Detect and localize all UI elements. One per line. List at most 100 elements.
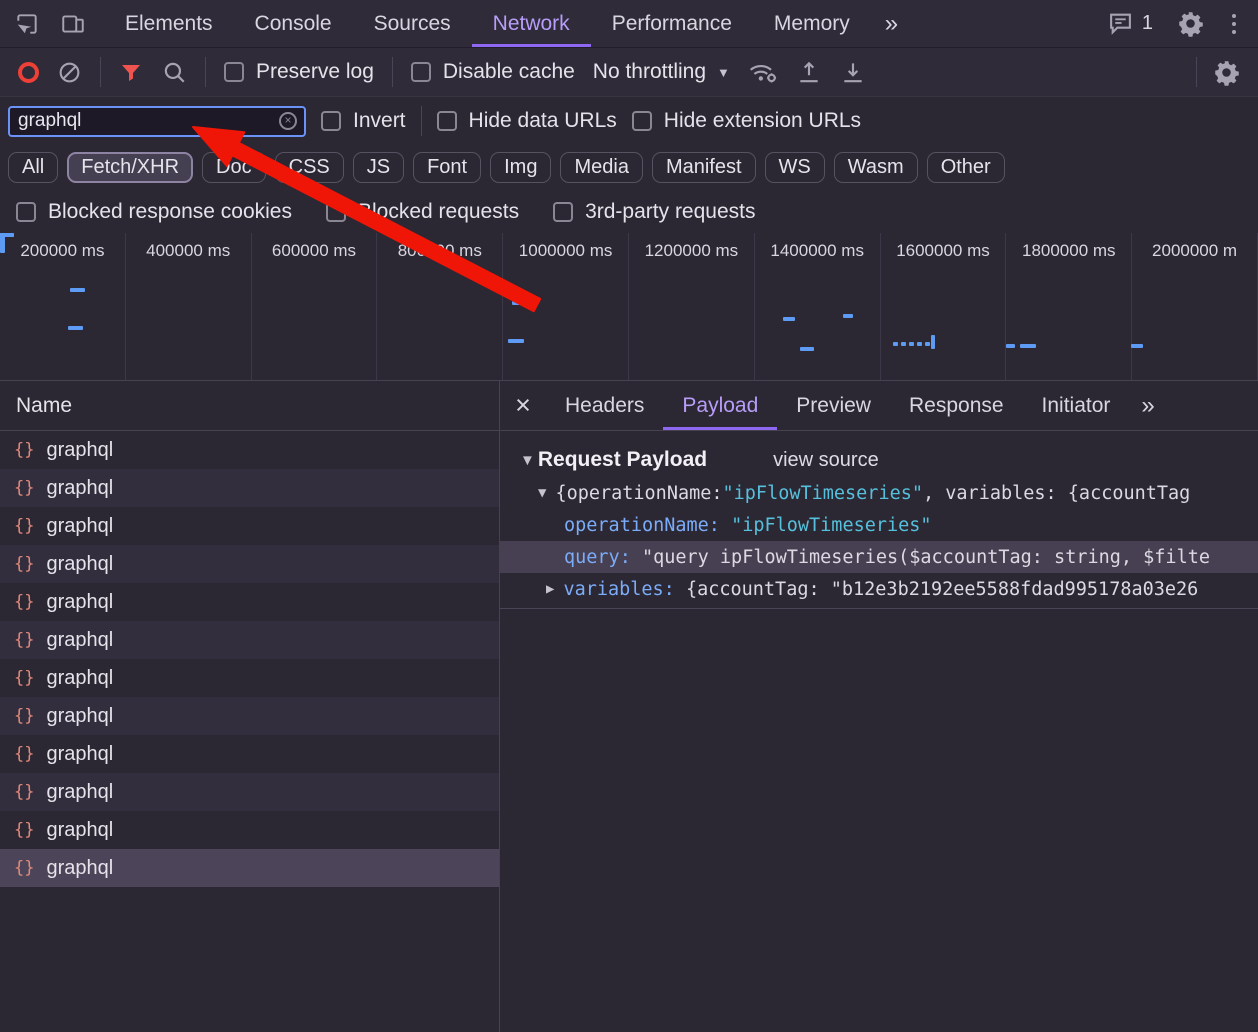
type-filter-doc[interactable]: Doc bbox=[202, 152, 266, 183]
hide-data-urls-checkbox[interactable] bbox=[437, 111, 457, 131]
timeline-tick: 1600000 ms bbox=[881, 233, 1007, 380]
type-filter-wasm[interactable]: Wasm bbox=[834, 152, 918, 183]
blocked-cookies-option: Blocked response cookies bbox=[16, 200, 292, 224]
filter-funnel-icon[interactable] bbox=[119, 60, 143, 84]
table-row-selected[interactable]: {} graphql bbox=[0, 849, 499, 887]
xhr-type-icon: {} bbox=[14, 554, 34, 574]
type-filter-img[interactable]: Img bbox=[490, 152, 551, 183]
export-har-icon[interactable] bbox=[840, 59, 866, 85]
table-row[interactable]: {} graphql bbox=[0, 735, 499, 773]
timeline-tick: 1200000 ms bbox=[629, 233, 755, 380]
table-row[interactable]: {} graphql bbox=[0, 545, 499, 583]
type-filter-fetch-xhr[interactable]: Fetch/XHR bbox=[67, 152, 193, 183]
issues-counter[interactable]: 1 bbox=[1108, 12, 1153, 35]
preserve-log-checkbox[interactable] bbox=[224, 62, 244, 82]
waterfall-bar bbox=[893, 342, 898, 346]
clear-requests-icon[interactable] bbox=[57, 60, 82, 85]
toolbar-divider bbox=[100, 57, 101, 87]
xhr-type-icon: {} bbox=[14, 440, 34, 460]
timeline-tick: 2000000 m bbox=[1132, 233, 1258, 380]
request-details-pane: × Headers Payload Preview Response Initi… bbox=[500, 381, 1258, 1032]
tab-initiator[interactable]: Initiator bbox=[1023, 381, 1130, 430]
console-messages-icon bbox=[1108, 12, 1133, 35]
blocked-requests-label: Blocked requests bbox=[358, 200, 519, 224]
tab-payload[interactable]: Payload bbox=[663, 381, 777, 430]
payload-query-node-selected[interactable]: query: "query ipFlowTimeseries($accountT… bbox=[500, 541, 1258, 573]
disable-cache-label: Disable cache bbox=[443, 60, 575, 84]
type-filter-js[interactable]: JS bbox=[353, 152, 404, 183]
preserve-log-option: Preserve log bbox=[224, 60, 374, 84]
table-row[interactable]: {} graphql bbox=[0, 811, 499, 849]
hide-extension-urls-checkbox[interactable] bbox=[632, 111, 652, 131]
invert-checkbox[interactable] bbox=[321, 111, 341, 131]
inspect-element-icon[interactable] bbox=[14, 11, 40, 37]
table-row[interactable]: {} graphql bbox=[0, 773, 499, 811]
import-har-icon[interactable] bbox=[796, 59, 822, 85]
payload-divider bbox=[500, 608, 1258, 609]
filter-input-box: × bbox=[8, 106, 306, 137]
network-conditions-icon[interactable] bbox=[748, 59, 778, 85]
tab-performance[interactable]: Performance bbox=[591, 0, 753, 47]
filter-input[interactable] bbox=[18, 110, 272, 132]
tab-headers[interactable]: Headers bbox=[546, 381, 663, 430]
kebab-menu-icon[interactable] bbox=[1228, 10, 1240, 38]
table-row[interactable]: {} graphql bbox=[0, 469, 499, 507]
type-filter-manifest[interactable]: Manifest bbox=[652, 152, 756, 183]
tab-preview[interactable]: Preview bbox=[777, 381, 890, 430]
table-row[interactable]: {} graphql bbox=[0, 621, 499, 659]
waterfall-bar bbox=[931, 335, 935, 349]
network-settings-gear-icon[interactable] bbox=[1213, 59, 1240, 86]
network-overview-timeline[interactable]: 200000 ms 400000 ms 600000 ms 800000 ms … bbox=[0, 233, 1258, 381]
table-row[interactable]: {} graphql bbox=[0, 659, 499, 697]
payload-variables-node[interactable]: ▶ variables: {accountTag: "b12e3b2192ee5… bbox=[500, 573, 1258, 605]
type-filter-other[interactable]: Other bbox=[927, 152, 1005, 183]
property-value: "ipFlowTimeseries" bbox=[731, 515, 931, 536]
record-button[interactable] bbox=[18, 62, 39, 83]
name-column-header[interactable]: Name bbox=[0, 381, 499, 431]
payload-operation-name-node[interactable]: operationName: "ipFlowTimeseries" bbox=[500, 509, 1258, 541]
view-source-link[interactable]: view source bbox=[773, 449, 879, 472]
root-string-value: "ipFlowTimeseries" bbox=[723, 483, 923, 504]
property-key: query: bbox=[564, 547, 631, 568]
more-detail-tabs-icon[interactable]: » bbox=[1129, 392, 1166, 420]
type-filter-media[interactable]: Media bbox=[560, 152, 642, 183]
disable-cache-option: Disable cache bbox=[411, 60, 575, 84]
waterfall-bar bbox=[901, 342, 906, 346]
settings-gear-icon[interactable] bbox=[1177, 10, 1204, 37]
tab-response[interactable]: Response bbox=[890, 381, 1023, 430]
third-party-checkbox[interactable] bbox=[553, 202, 573, 222]
property-value: "query ipFlowTimeseries($accountTag: str… bbox=[642, 547, 1210, 568]
tab-sources[interactable]: Sources bbox=[353, 0, 472, 47]
type-filter-css[interactable]: CSS bbox=[275, 152, 344, 183]
root-prefix: {operationName: bbox=[555, 483, 722, 504]
request-payload-section[interactable]: ▼ Request Payload view source bbox=[500, 443, 1258, 477]
tab-console[interactable]: Console bbox=[234, 0, 353, 47]
close-icon[interactable]: × bbox=[500, 390, 546, 421]
tab-network[interactable]: Network bbox=[472, 0, 591, 47]
tab-elements[interactable]: Elements bbox=[104, 0, 234, 47]
disable-cache-checkbox[interactable] bbox=[411, 62, 431, 82]
table-row[interactable]: {} graphql bbox=[0, 697, 499, 735]
device-toolbar-icon[interactable] bbox=[60, 11, 86, 37]
throttling-select[interactable]: No throttling ▼ bbox=[593, 60, 730, 84]
table-row[interactable]: {} graphql bbox=[0, 583, 499, 621]
root-suffix: , variables: {accountTag bbox=[923, 483, 1190, 504]
type-filter-all[interactable]: All bbox=[8, 152, 58, 183]
clear-filter-icon[interactable]: × bbox=[279, 112, 297, 130]
request-name: graphql bbox=[46, 705, 113, 728]
waterfall-bar bbox=[917, 342, 922, 346]
blocked-cookies-checkbox[interactable] bbox=[16, 202, 36, 222]
table-row[interactable]: {} graphql bbox=[0, 507, 499, 545]
payload-root-node[interactable]: ▼ {operationName: "ipFlowTimeseries", va… bbox=[500, 477, 1258, 509]
invert-option: Invert bbox=[321, 109, 406, 133]
type-filter-ws[interactable]: WS bbox=[765, 152, 825, 183]
tab-memory[interactable]: Memory bbox=[753, 0, 871, 47]
search-icon[interactable] bbox=[161, 59, 187, 85]
hide-extension-urls-label: Hide extension URLs bbox=[664, 109, 861, 133]
type-filter-font[interactable]: Font bbox=[413, 152, 481, 183]
request-name: graphql bbox=[46, 819, 113, 842]
blocked-requests-checkbox[interactable] bbox=[326, 202, 346, 222]
more-tabs-icon[interactable]: » bbox=[871, 10, 912, 38]
table-row[interactable]: {} graphql bbox=[0, 431, 499, 469]
xhr-type-icon: {} bbox=[14, 782, 34, 802]
